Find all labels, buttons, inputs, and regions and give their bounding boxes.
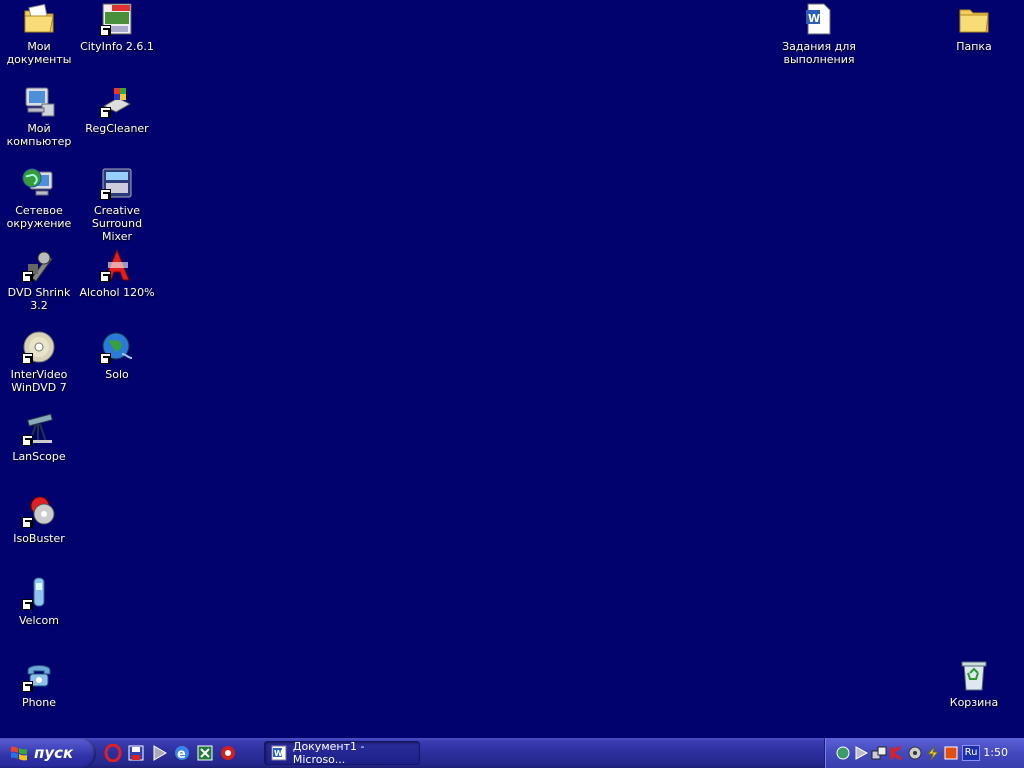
- desktop-icon-dvd-shrink[interactable]: DVD Shrink 3.2: [0, 248, 78, 312]
- svg-text:W: W: [808, 12, 820, 25]
- alcohol-icon: [100, 248, 134, 282]
- folder-icon: [957, 2, 991, 36]
- square-icon[interactable]: [943, 745, 959, 761]
- shortcut-arrow-icon: [22, 271, 33, 282]
- power-icon[interactable]: [219, 744, 237, 762]
- icon-label: Solo: [105, 368, 129, 381]
- icon-label: Phone: [21, 696, 57, 709]
- desktop-icon-isobuster[interactable]: IsoBuster: [0, 494, 78, 545]
- clock[interactable]: 1:50: [983, 746, 1008, 759]
- icon-label: Velcom: [19, 614, 59, 627]
- icon-label: Сетевое окружение: [6, 204, 72, 230]
- globe-icon: [100, 330, 134, 364]
- icon-label: InterVideo WinDVD 7: [10, 368, 68, 394]
- word-document-icon: W: [802, 2, 836, 36]
- cityinfo-icon: [100, 2, 134, 36]
- flash-icon[interactable]: [925, 745, 941, 761]
- desktop-icon-recycle-bin[interactable]: Корзина: [935, 658, 1013, 709]
- desktop-icon-my-documents[interactable]: Мои документы: [0, 2, 78, 66]
- mixer-icon: [100, 166, 134, 200]
- shortcut-arrow-icon: [22, 435, 33, 446]
- icon-label: RegCleaner: [85, 122, 149, 135]
- start-label: пуск: [34, 744, 74, 762]
- icon-label: Папка: [956, 40, 992, 53]
- desktop-icon-regcleaner[interactable]: RegCleaner: [78, 84, 156, 135]
- telescope-icon: [22, 412, 56, 446]
- kaspersky-icon[interactable]: [889, 745, 905, 761]
- desktop-icon-cityinfo[interactable]: CityInfo 2.6.1: [78, 2, 156, 53]
- save-icon[interactable]: [127, 744, 145, 762]
- desktop-icon-my-computer[interactable]: Мой компьютер: [0, 84, 78, 148]
- regcleaner-icon: [100, 84, 134, 118]
- shortcut-arrow-icon: [100, 107, 111, 118]
- network-icon[interactable]: [835, 745, 851, 761]
- shortcut-arrow-icon: [22, 599, 33, 610]
- word-document-icon: W: [271, 745, 287, 761]
- icon-label: Задания для выполнения: [782, 40, 856, 66]
- desktop-icon-alcohol[interactable]: Alcohol 120%: [78, 248, 156, 299]
- shortcut-arrow-icon: [100, 271, 111, 282]
- svg-text:W: W: [274, 749, 283, 758]
- desktop-icon-creative-mixer[interactable]: Creative Surround Mixer: [78, 166, 156, 243]
- icon-label: CityInfo 2.6.1: [80, 40, 154, 53]
- desktop-icon-solo[interactable]: Solo: [78, 330, 156, 381]
- taskbar: пуск e W Документ1 - Microso... Ru 1:50: [0, 738, 1024, 768]
- shortcut-arrow-icon: [100, 25, 111, 36]
- svg-text:e: e: [177, 747, 186, 762]
- icon-label: DVD Shrink 3.2: [7, 286, 71, 312]
- task-label: Документ1 - Microso...: [292, 740, 365, 766]
- computer-icon: [22, 84, 56, 118]
- desktop-icon-lanscope[interactable]: LanScope: [0, 412, 78, 463]
- shortcut-arrow-icon: [22, 517, 33, 528]
- shortcut-arrow-icon: [100, 189, 111, 200]
- media-player-icon[interactable]: [150, 744, 168, 762]
- isobuster-icon: [22, 494, 56, 528]
- shortcut-arrow-icon: [100, 353, 111, 364]
- start-button[interactable]: пуск: [0, 738, 96, 768]
- icon-label: Мой компьютер: [6, 122, 72, 148]
- desktop-icon-network[interactable]: Сетевое окружение: [0, 166, 78, 230]
- connection-icon[interactable]: [871, 745, 887, 761]
- dvd-disc-icon: [22, 330, 56, 364]
- shortcut-arrow-icon: [22, 353, 33, 364]
- desktop-icon-tasks-doc[interactable]: W Задания для выполнения: [780, 2, 858, 66]
- icon-label: IsoBuster: [13, 532, 65, 545]
- mobile-phone-icon: [22, 576, 56, 610]
- recycle-bin-icon: [957, 658, 991, 692]
- excel-icon[interactable]: [196, 744, 214, 762]
- system-tray: Ru 1:50: [824, 738, 1024, 768]
- quick-launch: e: [104, 744, 237, 762]
- shortcut-arrow-icon: [22, 681, 33, 692]
- taskbar-button-document[interactable]: W Документ1 - Microso...: [264, 740, 420, 766]
- network-icon: [22, 166, 56, 200]
- ie-icon[interactable]: e: [173, 744, 191, 762]
- telephone-icon: [22, 658, 56, 692]
- desktop-icon-windvd[interactable]: InterVideo WinDVD 7: [0, 330, 78, 394]
- speaker-icon[interactable]: [907, 745, 923, 761]
- windows-logo-icon: [11, 746, 27, 761]
- desktop: Мои документы Мой компьютер Сетевое окру…: [0, 0, 1024, 738]
- icon-label: Мои документы: [6, 40, 72, 66]
- opera-icon[interactable]: [104, 744, 122, 762]
- icon-label: Creative Surround Mixer: [91, 204, 143, 243]
- language-indicator[interactable]: Ru: [962, 745, 980, 761]
- icon-label: Корзина: [949, 696, 999, 709]
- media-icon[interactable]: [853, 745, 869, 761]
- dvd-shrink-icon: [22, 248, 56, 282]
- folder-documents-icon: [22, 2, 56, 36]
- desktop-icon-folder[interactable]: Папка: [935, 2, 1013, 53]
- icon-label: Alcohol 120%: [79, 286, 155, 299]
- desktop-icon-phone[interactable]: Phone: [0, 658, 78, 709]
- desktop-icon-velcom[interactable]: Velcom: [0, 576, 78, 627]
- icon-label: LanScope: [12, 450, 66, 463]
